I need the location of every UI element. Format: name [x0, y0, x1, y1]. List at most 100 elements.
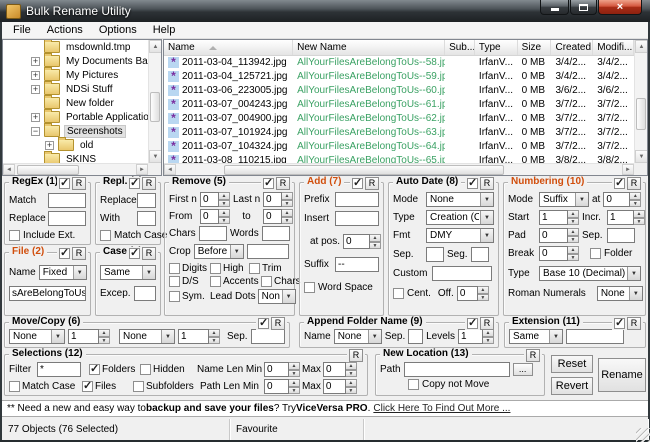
column-header[interactable]: New Name: [293, 40, 445, 55]
spin-up-icon[interactable]: ▲: [99, 329, 110, 337]
tree-hscroll[interactable]: ◄ ►: [3, 163, 148, 175]
dropdown-arrow-icon[interactable]: ▼: [161, 330, 174, 343]
spin-up-icon[interactable]: ▲: [219, 192, 230, 200]
crop-input[interactable]: [247, 244, 289, 259]
column-header[interactable]: Created: [551, 40, 593, 55]
movecopy-sep-input[interactable]: [251, 329, 285, 344]
spin-down-icon[interactable]: ▼: [282, 217, 293, 225]
file-row[interactable]: *2011-03-07_004243.jpgAllYourFilesAreBel…: [164, 97, 634, 111]
scroll-thumb[interactable]: [150, 92, 160, 122]
ad-link[interactable]: Click Here To Find Out More ...: [373, 403, 510, 414]
append-sep-input[interactable]: [408, 329, 423, 344]
dropdown-arrow-icon[interactable]: ▼: [51, 330, 64, 343]
scroll-thumb[interactable]: [17, 165, 79, 175]
file-row[interactable]: *2011-03-07_004900.jpgAllYourFilesAreBel…: [164, 111, 634, 125]
spin-down-icon[interactable]: ▼: [289, 370, 300, 378]
off-spinner[interactable]: 0▲▼: [457, 286, 489, 301]
column-header[interactable]: Type: [475, 40, 518, 55]
dropdown-arrow-icon[interactable]: ▼: [627, 267, 640, 280]
menu-options[interactable]: Options: [91, 23, 145, 37]
selections-reset-button[interactable]: R: [349, 349, 363, 362]
move1-dropdown[interactable]: None▼: [9, 329, 65, 344]
file-reset-button[interactable]: R: [72, 247, 86, 260]
case-reset-button[interactable]: R: [142, 247, 156, 260]
file-row[interactable]: *2011-03-07_104324.jpgAllYourFilesAreBel…: [164, 139, 634, 153]
spin-up-icon[interactable]: ▲: [630, 192, 641, 200]
movecopy-enable-checkbox[interactable]: [258, 318, 269, 329]
file-row[interactable]: *2011-03-08_110215.jpgAllYourFilesAreBel…: [164, 153, 634, 163]
tree-item[interactable]: New folder: [3, 96, 148, 110]
excep-input[interactable]: [134, 286, 156, 301]
list-hscroll[interactable]: ◄ ►: [164, 163, 634, 175]
spin-down-icon[interactable]: ▼: [568, 254, 579, 262]
spin-down-icon[interactable]: ▼: [634, 218, 645, 226]
menu-file[interactable]: File: [5, 23, 39, 37]
tree-item[interactable]: +NDSi Stuff: [3, 82, 148, 96]
spin-up-icon[interactable]: ▲: [346, 379, 357, 387]
spin-down-icon[interactable]: ▼: [289, 387, 300, 395]
dropdown-arrow-icon[interactable]: ▼: [282, 290, 295, 303]
spin-down-icon[interactable]: ▼: [219, 200, 230, 208]
case-enable-checkbox[interactable]: [129, 248, 140, 259]
with-input[interactable]: [137, 211, 156, 226]
path-len-max-spinner[interactable]: 0▲▼: [323, 379, 357, 394]
scroll-right-icon[interactable]: ►: [622, 164, 634, 175]
at-spinner[interactable]: 0▲▼: [603, 192, 641, 207]
tree-item[interactable]: +old: [3, 138, 148, 152]
break-spinner[interactable]: 0▲▼: [539, 246, 579, 261]
add-enable-checkbox[interactable]: [352, 178, 363, 189]
scroll-thumb[interactable]: [224, 165, 504, 175]
dropdown-arrow-icon[interactable]: ▼: [230, 245, 243, 258]
scroll-left-icon[interactable]: ◄: [3, 164, 15, 175]
insert-input[interactable]: [335, 211, 379, 226]
file-row[interactable]: *2011-03-06_223005.jpgAllYourFilesAreBel…: [164, 83, 634, 97]
numbering-reset-button[interactable]: R: [627, 177, 641, 190]
tree-vscroll[interactable]: ▲ ▼: [148, 40, 161, 163]
file-enable-checkbox[interactable]: [59, 248, 70, 259]
add-reset-button[interactable]: R: [365, 177, 379, 190]
revert-button[interactable]: Revert: [551, 377, 593, 395]
resize-grip[interactable]: [636, 428, 650, 442]
list-vscroll[interactable]: ▲ ▼: [634, 40, 647, 163]
number-type-dropdown[interactable]: Base 10 (Decimal)▼: [539, 266, 641, 281]
first-n-spinner[interactable]: 0▲▼: [200, 192, 230, 207]
dropdown-arrow-icon[interactable]: ▼: [480, 229, 493, 242]
move1-spinner[interactable]: 1▲▼: [68, 329, 110, 344]
movecopy-reset-button[interactable]: R: [271, 317, 285, 330]
dropdown-arrow-icon[interactable]: ▼: [549, 330, 562, 343]
spin-up-icon[interactable]: ▲: [282, 192, 293, 200]
scroll-right-icon[interactable]: ►: [136, 164, 148, 175]
close-button[interactable]: ×: [598, 0, 642, 15]
regex-replace-input[interactable]: [48, 211, 86, 226]
regex-enable-checkbox[interactable]: [59, 178, 70, 189]
start-spinner[interactable]: 1▲▼: [539, 210, 579, 225]
spin-down-icon[interactable]: ▼: [282, 200, 293, 208]
autodate-reset-button[interactable]: R: [480, 177, 494, 190]
spin-down-icon[interactable]: ▼: [568, 218, 579, 226]
cent-checkbox[interactable]: [393, 288, 404, 299]
extension-reset-button[interactable]: R: [627, 317, 641, 330]
case-mode-dropdown[interactable]: Same▼: [100, 265, 156, 280]
file-row[interactable]: *2011-03-07_101924.jpgAllYourFilesAreBel…: [164, 125, 634, 139]
append-enable-checkbox[interactable]: [467, 318, 478, 329]
title-bar[interactable]: Bulk Rename Utility ×: [0, 0, 650, 22]
column-header[interactable]: Size: [518, 40, 552, 55]
chars-checkbox[interactable]: [261, 276, 272, 287]
spin-up-icon[interactable]: ▲: [568, 228, 579, 236]
spin-up-icon[interactable]: ▲: [478, 286, 489, 294]
trim-checkbox[interactable]: [249, 263, 260, 274]
folder-checkbox[interactable]: [590, 248, 601, 259]
file-name-input[interactable]: sAreBelongToUs: [9, 286, 86, 301]
move2-dropdown[interactable]: None▼: [119, 329, 175, 344]
rename-button[interactable]: Rename: [598, 358, 646, 392]
menu-actions[interactable]: Actions: [39, 23, 91, 37]
suffix-input[interactable]: --: [335, 257, 379, 272]
file-row[interactable]: *2011-03-04_113942.jpgAllYourFilesAreBel…: [164, 55, 634, 69]
expand-icon[interactable]: +: [31, 85, 40, 94]
scroll-down-icon[interactable]: ▼: [635, 150, 648, 163]
date-sep-input[interactable]: [426, 247, 444, 262]
file-name-dropdown[interactable]: Fixed▼: [39, 265, 87, 280]
browse-button[interactable]: ...: [513, 363, 533, 376]
word-space-checkbox[interactable]: [304, 282, 315, 293]
file-row[interactable]: *2011-03-04_125721.jpgAllYourFilesAreBel…: [164, 69, 634, 83]
